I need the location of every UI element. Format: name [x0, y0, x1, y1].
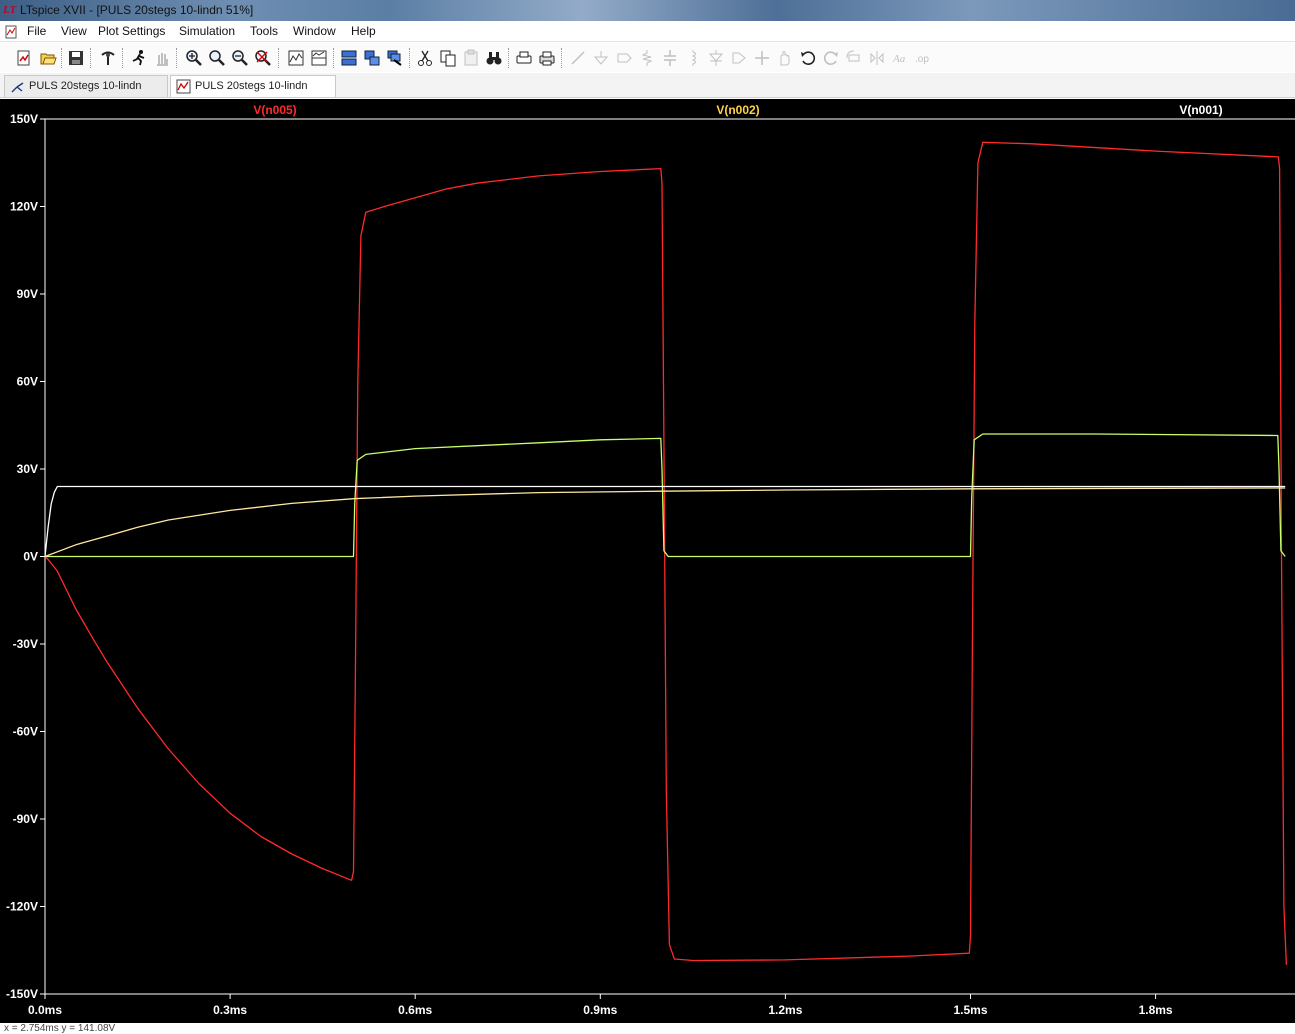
cursor-readout: x = 2.754ms y = 141.08V: [4, 1023, 116, 1034]
y-tick-label: 0V: [23, 550, 38, 564]
menu-tools[interactable]: Tools: [250, 24, 278, 38]
window-title: LTspice XVII - [PULS 20stegs 10-lindn 51…: [20, 3, 254, 17]
x-tick-label: 1.2ms: [768, 1003, 802, 1017]
inductor-icon[interactable]: [683, 48, 703, 68]
tile-vertical-icon[interactable]: [362, 48, 382, 68]
save-icon[interactable]: [66, 48, 86, 68]
y-tick-label: -120V: [6, 900, 38, 914]
waveform-plot[interactable]: 150V 120V 90V 60V 30V 0V -30V -60V -90V -120V -150…: [0, 99, 1295, 1023]
ltspice-app-icon[interactable]: LT: [3, 3, 17, 17]
spice-directive-icon[interactable]: .op: [913, 48, 933, 68]
drag-icon[interactable]: [775, 48, 795, 68]
zoom-out-icon[interactable]: [230, 48, 250, 68]
cut-icon[interactable]: [415, 48, 435, 68]
waveform-chart[interactable]: 150V 120V 90V 60V 30V 0V -30V -60V -90V -120V -150…: [0, 99, 1295, 1023]
tab-waveform[interactable]: PULS 20stegs 10-lindn 51%: [170, 75, 336, 112]
menu-window[interactable]: Window: [293, 24, 336, 38]
wire-icon[interactable]: [568, 48, 588, 68]
menu-file[interactable]: File: [27, 24, 46, 38]
toolbar-separator: [508, 48, 509, 68]
zoom-full-icon[interactable]: [253, 48, 273, 68]
toolbar-separator: [61, 48, 62, 68]
menu-help[interactable]: Help: [351, 24, 376, 38]
rotate-icon[interactable]: [844, 48, 864, 68]
y-tick-label: 60V: [17, 375, 38, 389]
print-setup-icon[interactable]: [514, 48, 534, 68]
toolbar-separator: [333, 48, 334, 68]
x-tick-label: 0.3ms: [213, 1003, 247, 1017]
paste-icon[interactable]: [461, 48, 481, 68]
text-icon[interactable]: Aa: [890, 48, 910, 68]
y-tick-label: -150V: [6, 987, 38, 1001]
y-tick-label: 150V: [10, 112, 38, 126]
y-tick-label: -30V: [13, 637, 38, 651]
trace-label-vn005[interactable]: V(n005): [253, 103, 296, 117]
waveform-icon: [176, 79, 191, 94]
document-tab-bar: PULS 20stegs 10-lindn 51% PULS 20stegs 1…: [0, 73, 1295, 112]
tab-schematic[interactable]: PULS 20stegs 10-lindn 51%: [4, 75, 168, 112]
label-icon[interactable]: [614, 48, 634, 68]
redo-icon[interactable]: [821, 48, 841, 68]
toolbar-separator: [90, 48, 91, 68]
y-tick-label: -90V: [13, 812, 38, 826]
toolbar-separator: [176, 48, 177, 68]
resistor-icon[interactable]: [637, 48, 657, 68]
toolbar-separator: [561, 48, 562, 68]
x-tick-label: 0.9ms: [583, 1003, 617, 1017]
component-icon[interactable]: [729, 48, 749, 68]
toolbar-separator: [409, 48, 410, 68]
document-menu-icon[interactable]: [4, 24, 19, 39]
trace-label-vn001[interactable]: V(n001): [1179, 103, 1222, 117]
cascade-icon[interactable]: [385, 48, 405, 68]
x-tick-label: 1.5ms: [953, 1003, 987, 1017]
plot-pane-icon[interactable]: [309, 48, 329, 68]
diode-icon[interactable]: [706, 48, 726, 68]
open-icon[interactable]: [38, 48, 58, 68]
svg-text:.op: .op: [915, 54, 929, 65]
x-tick-label: 0.0ms: [28, 1003, 62, 1017]
run-icon[interactable]: [129, 48, 149, 68]
halt-icon[interactable]: [152, 48, 172, 68]
y-tick-label: 30V: [17, 462, 38, 476]
zoom-in-icon[interactable]: [184, 48, 204, 68]
copy-icon[interactable]: [438, 48, 458, 68]
x-tick-label: 0.6ms: [398, 1003, 432, 1017]
menu-plot-settings[interactable]: Plot Settings: [98, 24, 165, 38]
toolbar-separator: [278, 48, 279, 68]
x-tick-label: 1.8ms: [1139, 1003, 1173, 1017]
find-icon[interactable]: [484, 48, 504, 68]
control-panel-icon[interactable]: [98, 48, 118, 68]
title-bar: LT LTspice XVII - [PULS 20stegs 10-lindn…: [0, 0, 1295, 21]
menu-bar: File View Plot Settings Simulation Tools…: [0, 21, 1295, 42]
schematic-icon: [11, 82, 24, 93]
print-icon[interactable]: [537, 48, 557, 68]
y-tick-label: 120V: [10, 200, 38, 214]
mirror-icon[interactable]: [867, 48, 887, 68]
svg-text:Aa: Aa: [892, 53, 906, 65]
undo-icon[interactable]: [798, 48, 818, 68]
new-schematic-icon[interactable]: [14, 48, 34, 68]
capacitor-icon[interactable]: [660, 48, 680, 68]
zoom-area-icon[interactable]: [207, 48, 227, 68]
autorange-icon[interactable]: [286, 48, 306, 68]
menu-view[interactable]: View: [61, 24, 87, 38]
toolbar: Aa .op: [0, 43, 1295, 72]
ground-icon[interactable]: [591, 48, 611, 68]
trace-label-vn002[interactable]: V(n002): [716, 103, 759, 117]
y-tick-label: 90V: [17, 287, 38, 301]
menu-simulation[interactable]: Simulation: [179, 24, 235, 38]
tile-horizontal-icon[interactable]: [339, 48, 359, 68]
move-icon[interactable]: [752, 48, 772, 68]
y-tick-label: -60V: [13, 725, 38, 739]
status-bar: x = 2.754ms y = 141.08V: [0, 1023, 1295, 1034]
toolbar-separator: [122, 48, 123, 68]
